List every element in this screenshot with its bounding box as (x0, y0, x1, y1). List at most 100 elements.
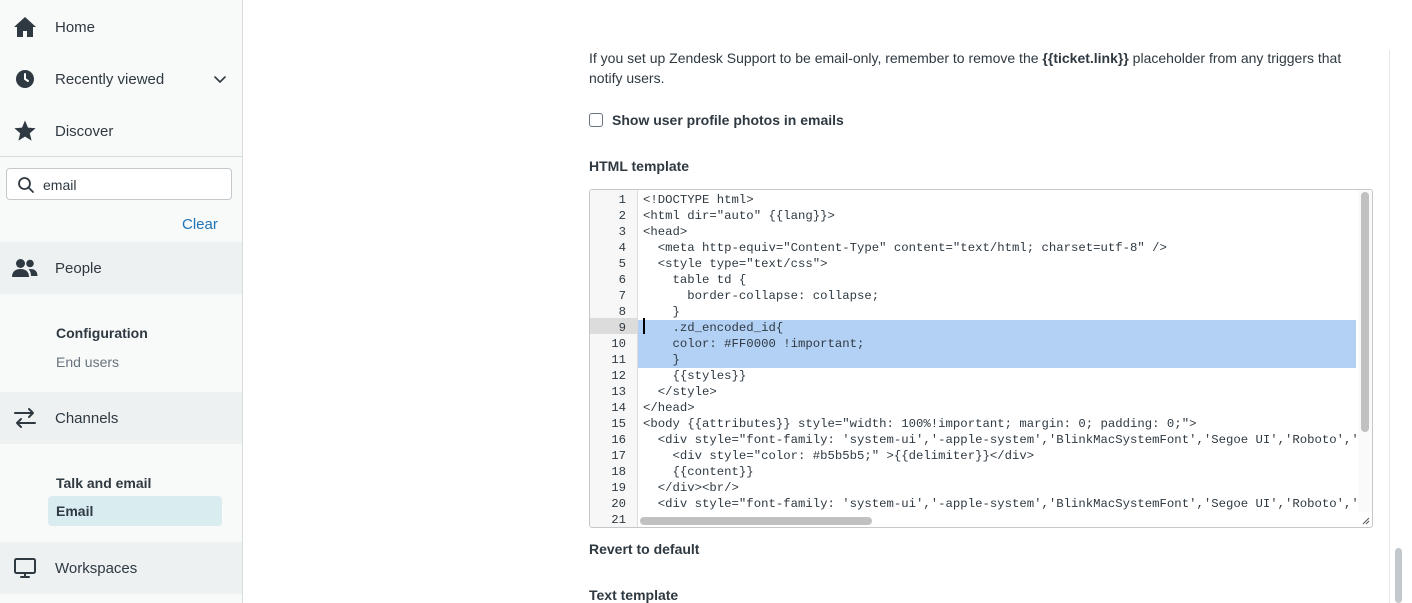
html-template-editor[interactable]: 1 2 3 4 5 6 7 8 9 10 11 12 13 14 15 16 17 18 19 20 21 <!DOCT… (589, 189, 1373, 528)
code-line[interactable]: <div style="color: #b5b5b5;" >{{delimite… (638, 448, 1356, 464)
html-template-title: HTML template (589, 158, 690, 174)
code-line[interactable]: {{styles}} (638, 368, 1356, 384)
page-scrollbar[interactable] (1395, 548, 1402, 603)
sidebar-search[interactable] (6, 168, 232, 200)
sidebar-divider (0, 156, 242, 157)
code-line-text: } (643, 305, 680, 319)
channels-icon (12, 405, 38, 431)
main-content: If you set up Zendesk Support to be emai… (243, 0, 1412, 603)
code-line[interactable]: </head> (638, 400, 1356, 416)
ticket-link-placeholder: {{ticket.link}} (1042, 50, 1129, 66)
content-edge-divider (1389, 50, 1390, 603)
line-number: 13 (611, 385, 626, 399)
code-line[interactable]: border-collapse: collapse; (638, 288, 1356, 304)
code-line[interactable]: <html dir="auto" {{lang}}> (638, 208, 1356, 224)
line-number: 12 (611, 369, 626, 383)
revert-to-default-link[interactable]: Revert to default (589, 541, 699, 557)
editor-horizontal-scroll-thumb[interactable] (640, 517, 872, 525)
code-line[interactable]: </div><br/> (638, 480, 1356, 496)
search-icon (18, 177, 34, 193)
clock-icon (12, 66, 38, 92)
line-number: 6 (618, 273, 626, 287)
nav-home[interactable]: Home (0, 1, 242, 53)
code-line[interactable]: <body {{attributes}} style="width: 100%!… (638, 416, 1356, 432)
code-line[interactable]: } (638, 352, 1356, 368)
search-input[interactable] (43, 175, 223, 195)
line-number: 2 (618, 209, 626, 223)
line-number: 18 (611, 465, 626, 479)
nav-discover[interactable]: Discover (0, 105, 242, 157)
line-number: 4 (618, 241, 626, 255)
channels-talk-email-heading: Talk and email (56, 475, 152, 491)
code-line[interactable]: {{content}} (638, 464, 1356, 480)
editor-code-area[interactable]: <!DOCTYPE html> <html dir="auto" {{lang}}… (638, 190, 1356, 512)
code-line-text: </style> (643, 385, 717, 399)
code-line-text: <div style="color: #b5b5b5;" >{{delimite… (643, 449, 1035, 463)
resize-handle-icon[interactable] (1362, 517, 1370, 525)
code-line[interactable]: .zd_encoded_id{ (638, 320, 1356, 336)
code-line[interactable]: </style> (638, 384, 1356, 400)
nav-recently-viewed[interactable]: Recently viewed (0, 53, 242, 105)
code-line[interactable]: } (638, 304, 1356, 320)
nav-email-label: Email (56, 503, 94, 519)
profile-photos-checkbox[interactable] (589, 113, 603, 127)
code-line-text: <div style="font-family: 'system-ui','-a… (643, 433, 1356, 447)
editor-gutter: 1 2 3 4 5 6 7 8 9 10 11 12 13 14 15 16 17 18 19 20 21 (590, 190, 638, 527)
star-icon (12, 118, 38, 144)
code-line-text: table td { (643, 273, 747, 287)
nav-end-users[interactable]: End users (56, 354, 119, 370)
code-line-text: {{styles}} (643, 369, 747, 383)
code-line-text: <div style="font-family: 'system-ui','-a… (643, 497, 1356, 511)
nav-home-label: Home (55, 18, 96, 36)
code-line[interactable]: <meta http-equiv="Content-Type" content=… (638, 240, 1356, 256)
text-template-title: Text template (589, 587, 679, 603)
chevron-down-icon[interactable] (212, 71, 228, 87)
nav-channels-label: Channels (55, 409, 119, 427)
code-line-text: <html dir="auto" {{lang}}> (643, 209, 835, 223)
code-line-text: .zd_encoded_id{ (643, 321, 784, 335)
line-number: 17 (611, 449, 626, 463)
code-line[interactable]: <div style="font-family: 'system-ui','-a… (638, 496, 1356, 512)
code-line-text: <style type="text/css"> (643, 257, 828, 271)
line-number: 1 (618, 193, 626, 207)
line-number: 14 (611, 401, 626, 415)
nav-people[interactable]: People (0, 242, 242, 294)
code-line-text: color: #FF0000 !important; (643, 337, 865, 351)
nav-people-label: People (55, 259, 102, 277)
home-icon (12, 14, 38, 40)
text-cursor (643, 318, 645, 334)
line-number: 5 (618, 257, 626, 271)
code-line[interactable]: <!DOCTYPE html> (638, 192, 1356, 208)
profile-photos-option[interactable]: Show user profile photos in emails (589, 112, 844, 128)
code-line[interactable]: table td { (638, 272, 1356, 288)
code-line-text: <body {{attributes}} style="width: 100%!… (643, 417, 1197, 431)
line-number: 10 (611, 337, 626, 351)
people-icon (12, 255, 38, 281)
line-number: 11 (611, 353, 626, 367)
nav-recently-viewed-label: Recently viewed (55, 70, 165, 88)
people-config-heading: Configuration (56, 325, 148, 341)
nav-workspaces-label: Workspaces (55, 559, 138, 577)
editor-vertical-scroll-thumb[interactable] (1361, 192, 1369, 432)
code-line-text: </div><br/> (643, 481, 739, 495)
line-number: 3 (618, 225, 626, 239)
code-line-text: border-collapse: collapse; (643, 289, 880, 303)
nav-channels[interactable]: Channels (0, 392, 242, 444)
line-number: 7 (618, 289, 626, 303)
line-number: 16 (611, 433, 626, 447)
nav-email[interactable]: Email (48, 496, 222, 526)
clear-button[interactable]: Clear (182, 216, 218, 233)
code-line[interactable]: <style type="text/css"> (638, 256, 1356, 272)
email-only-note-text-1: If you set up Zendesk Support to be emai… (589, 50, 1043, 66)
line-number: 19 (611, 481, 626, 495)
nav-workspaces[interactable]: Workspaces (0, 542, 242, 594)
line-number: 20 (611, 497, 626, 511)
code-line[interactable]: <div style="font-family: 'system-ui','-a… (638, 432, 1356, 448)
line-number: 15 (611, 417, 626, 431)
line-number: 9 (618, 321, 626, 335)
code-line-text: {{content}} (643, 465, 754, 479)
code-line[interactable]: <head> (638, 224, 1356, 240)
editor-vertical-scrollbar[interactable] (1358, 190, 1372, 512)
code-line[interactable]: color: #FF0000 !important; (638, 336, 1356, 352)
nav-discover-label: Discover (55, 122, 114, 140)
